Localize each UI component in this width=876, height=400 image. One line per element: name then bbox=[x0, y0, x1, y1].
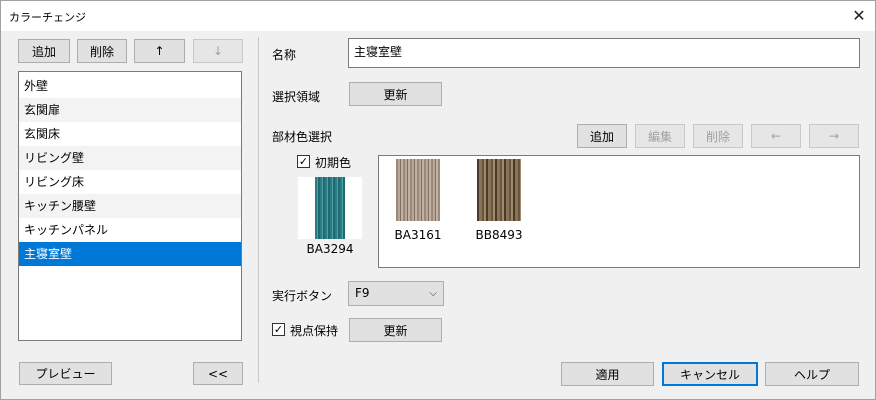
help-button[interactable]: ヘルプ bbox=[765, 362, 859, 386]
move-up-button[interactable]: ↑ bbox=[134, 39, 185, 63]
exec-key-select[interactable]: F9 ⌵ bbox=[348, 281, 444, 306]
apply-button[interactable]: 適用 bbox=[561, 362, 654, 386]
initial-swatch-image bbox=[315, 177, 345, 239]
initial-color-checkbox[interactable]: ✓ bbox=[297, 155, 310, 168]
material-code: BB8493 bbox=[475, 228, 523, 242]
exec-key-value: F9 bbox=[355, 286, 370, 300]
name-label: 名称 bbox=[272, 48, 297, 62]
color-set-list[interactable]: 外壁 玄関扉 玄関床 リビング壁 リビング床 キッチン腰壁 キッチンパネル 主寝… bbox=[18, 71, 242, 341]
list-item[interactable]: 玄関扉 bbox=[19, 98, 241, 122]
window-title: カラーチェンジ bbox=[9, 11, 86, 24]
delete-button[interactable]: 削除 bbox=[77, 39, 127, 63]
region-update-button[interactable]: 更新 bbox=[349, 82, 442, 106]
add-button[interactable]: 追加 bbox=[18, 39, 70, 63]
keep-view-update-button[interactable]: 更新 bbox=[349, 318, 442, 342]
exec-label: 実行ボタン bbox=[272, 289, 333, 303]
preview-button[interactable]: プレビュー bbox=[19, 362, 112, 385]
material-label: 部材色選択 bbox=[272, 130, 333, 144]
material-next-button[interactable]: → bbox=[809, 124, 859, 148]
close-icon[interactable]: ✕ bbox=[848, 6, 870, 26]
list-item-selected[interactable]: 主寝室壁 bbox=[19, 242, 241, 266]
cancel-button[interactable]: キャンセル bbox=[662, 362, 758, 386]
material-swatch-panel[interactable]: BA3161 BB8493 bbox=[378, 155, 860, 268]
keep-view-label: 視点保持 bbox=[290, 324, 339, 338]
initial-swatch-code: BA3294 bbox=[306, 242, 354, 256]
material-swatch[interactable] bbox=[396, 159, 440, 221]
list-item[interactable]: リビング壁 bbox=[19, 146, 241, 170]
initial-swatch[interactable] bbox=[298, 177, 362, 239]
list-item[interactable]: 外壁 bbox=[19, 74, 241, 98]
material-delete-button[interactable]: 削除 bbox=[693, 124, 743, 148]
move-down-button[interactable]: ↓ bbox=[193, 39, 243, 63]
list-item[interactable]: リビング床 bbox=[19, 170, 241, 194]
material-add-button[interactable]: 追加 bbox=[577, 124, 627, 148]
material-prev-button[interactable]: ← bbox=[751, 124, 801, 148]
color-change-dialog: カラーチェンジ ✕ 追加 削除 ↑ ↓ 外壁 玄関扉 玄関床 リビング壁 リビン… bbox=[0, 0, 876, 400]
name-field[interactable]: 主寝室壁 bbox=[348, 38, 860, 68]
region-label: 選択領域 bbox=[272, 90, 321, 104]
list-item[interactable]: 玄関床 bbox=[19, 122, 241, 146]
material-code: BA3161 bbox=[394, 228, 442, 242]
collapse-button[interactable]: << bbox=[193, 362, 243, 385]
keep-view-checkbox[interactable]: ✓ bbox=[272, 323, 285, 336]
title-bar bbox=[1, 1, 875, 31]
list-item[interactable]: キッチン腰壁 bbox=[19, 194, 241, 218]
initial-color-label: 初期色 bbox=[315, 156, 352, 170]
material-edit-button[interactable]: 編集 bbox=[635, 124, 685, 148]
chevron-down-icon: ⌵ bbox=[429, 288, 437, 299]
list-item[interactable]: キッチンパネル bbox=[19, 218, 241, 242]
panel-divider bbox=[258, 37, 259, 383]
material-swatch[interactable] bbox=[477, 159, 521, 221]
